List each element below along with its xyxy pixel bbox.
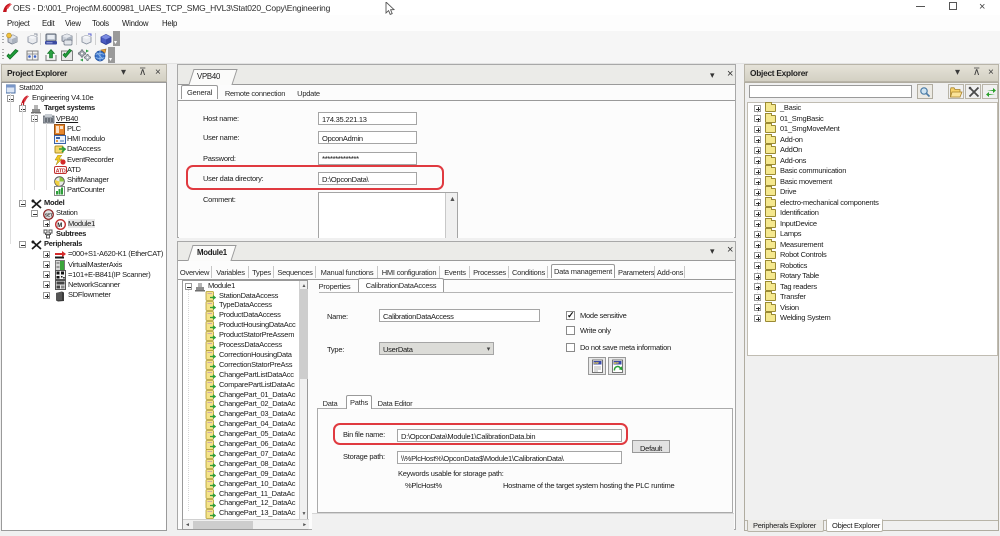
svg-text:EDT: EDT xyxy=(613,361,618,365)
svg-text:SET: SET xyxy=(45,212,53,217)
svg-text:ATD: ATD xyxy=(56,169,66,175)
svg-text:DAT: DAT xyxy=(593,361,598,365)
